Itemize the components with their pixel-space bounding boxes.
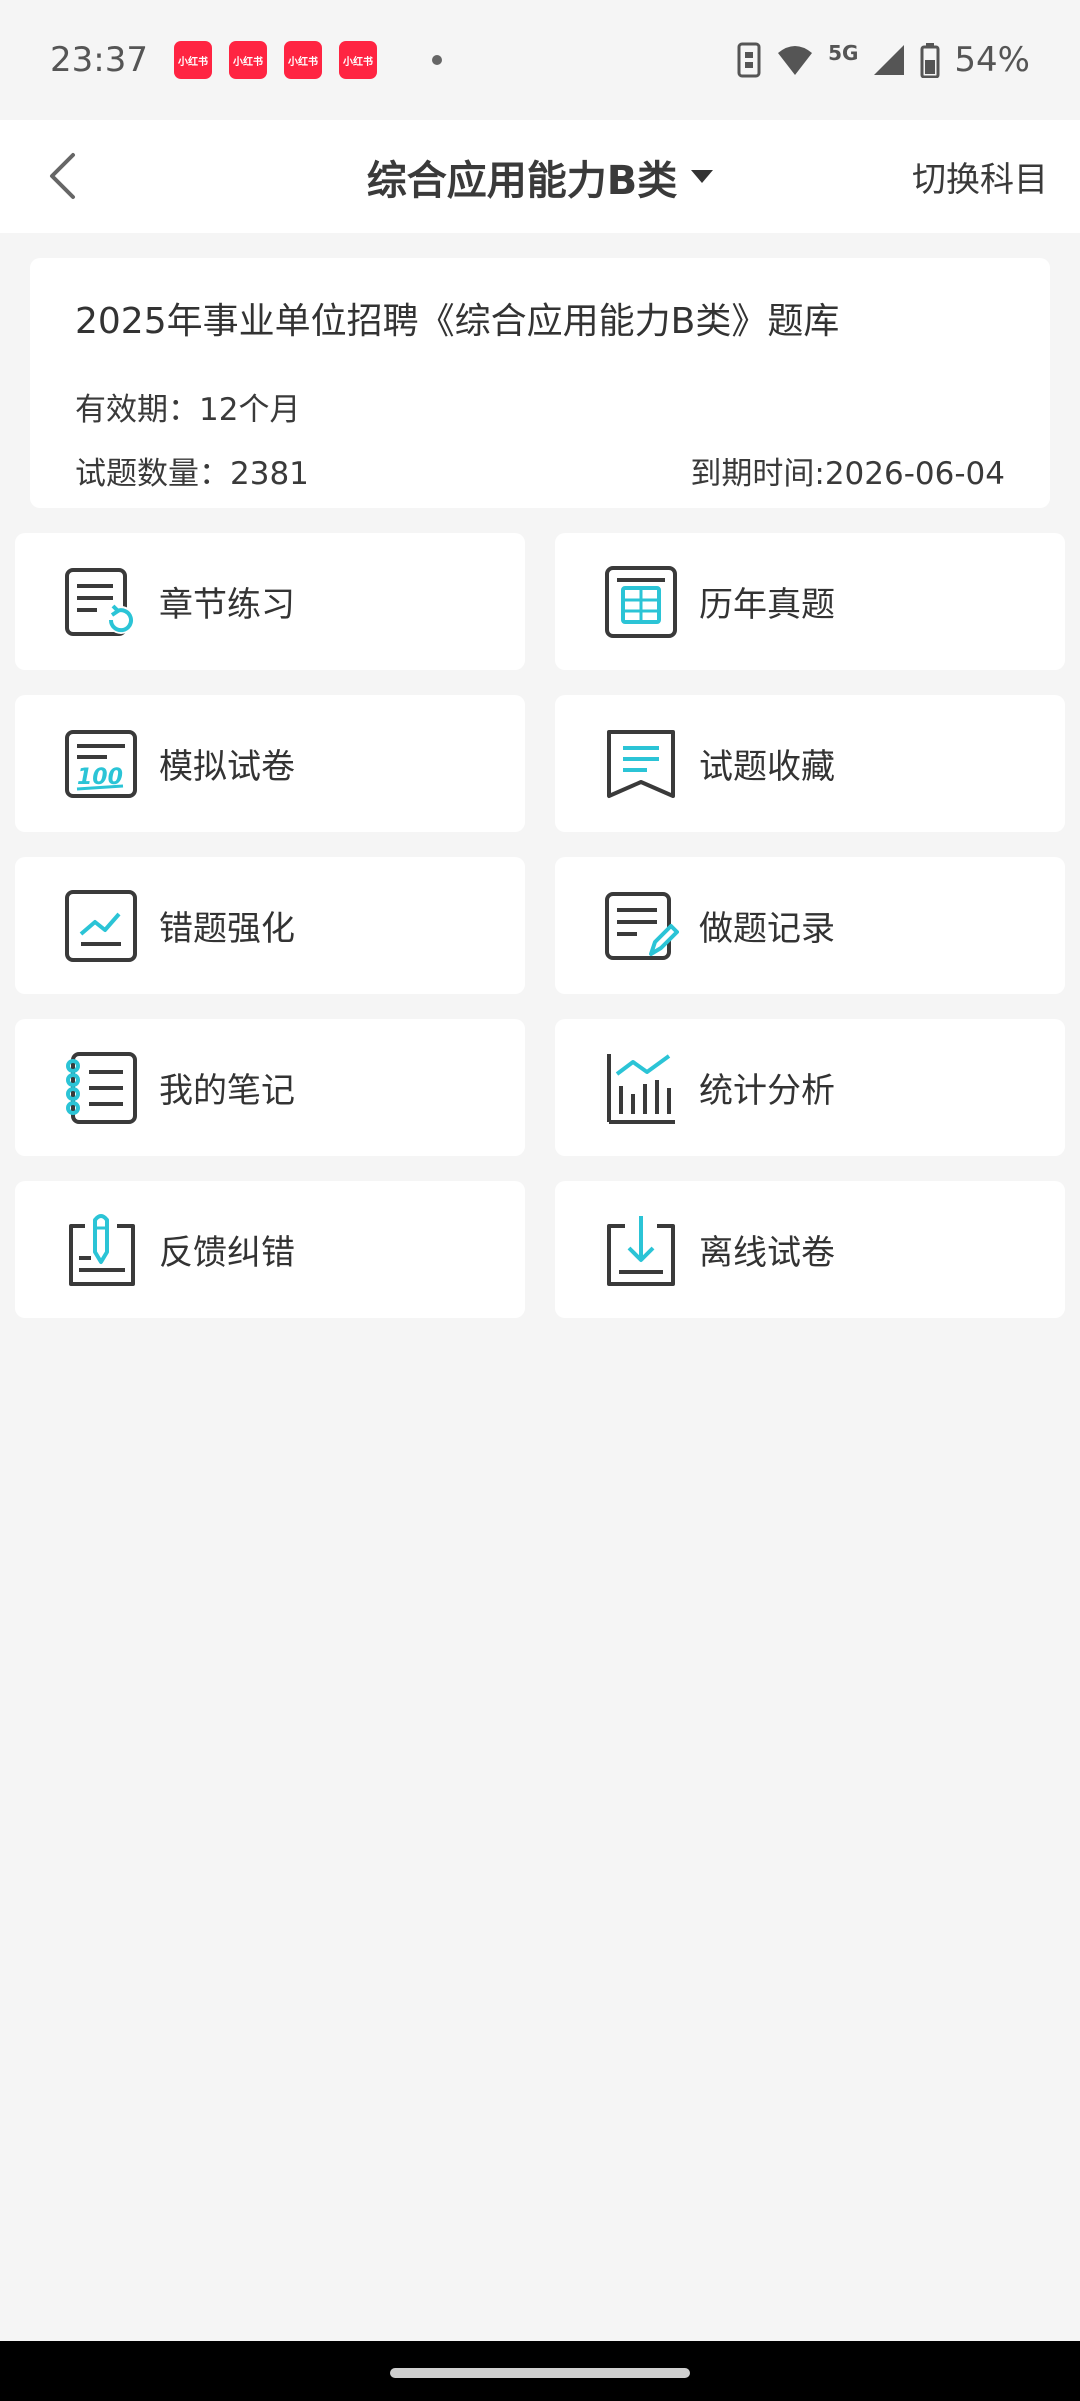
switch-subject-button[interactable]: 切换科目 (912, 152, 1048, 201)
home-indicator[interactable] (390, 2368, 690, 2378)
tile-label: 我的笔记 (159, 1071, 295, 1111)
tile-mistakes[interactable]: 错题强化 (15, 857, 525, 994)
tile-label: 做题记录 (699, 909, 835, 949)
question-bank-info-card: 2025年事业单位招聘《综合应用能力B类》题库 有效期：12个月 试题数量：23… (30, 258, 1050, 508)
tile-feedback[interactable]: 反馈纠错 (15, 1181, 525, 1318)
status-time: 23:37 (50, 40, 148, 80)
tile-past-papers[interactable]: 历年真题 (555, 533, 1065, 670)
tile-statistics[interactable]: 统计分析 (555, 1019, 1065, 1156)
tile-label: 章节练习 (159, 585, 295, 625)
feedback-icon (69, 1213, 135, 1286)
nfc-icon (737, 42, 761, 78)
tile-records[interactable]: 做题记录 (555, 857, 1065, 994)
status-right: 5G 54% (736, 40, 1030, 80)
tile-label: 试题收藏 (699, 747, 835, 787)
status-bar: 23:37 小红书 小红书 小红书 小红书 5G 54% (0, 0, 1080, 120)
count-row: 试题数量：2381 到期时间:2026-06-04 (75, 438, 1005, 502)
tile-label: 反馈纠错 (159, 1233, 295, 1273)
subject-dropdown[interactable]: 综合应用能力B类 (367, 148, 714, 206)
more-notifications-dot (431, 55, 442, 65)
bank-title: 2025年事业单位招聘《综合应用能力B类》题库 (75, 301, 840, 342)
notification-app-icon: 小红书 (338, 41, 377, 79)
battery-percent: 54% (954, 40, 1030, 80)
mock-exam-icon: 100 (65, 729, 137, 798)
notification-app-icon: 小红书 (283, 41, 322, 79)
validity-row: 有效期：12个月 (75, 374, 1005, 438)
notes-icon (66, 1051, 137, 1124)
offline-download-icon (607, 1215, 675, 1286)
favorites-icon (607, 729, 675, 798)
notification-app-icon: 小红书 (228, 41, 267, 79)
feature-grid: 章节练习 历年真题 100 模拟试卷 试题收藏 错题强化 做题记录 我的笔记 统… (15, 533, 1065, 1318)
tile-label: 离线试卷 (699, 1233, 835, 1273)
records-icon (605, 891, 679, 960)
back-button[interactable] (32, 146, 92, 206)
question-count: 试题数量：2381 (75, 455, 309, 492)
battery-icon (920, 43, 940, 78)
wifi-icon (778, 46, 813, 75)
tile-label: 统计分析 (699, 1071, 835, 1111)
signal-icon (874, 45, 905, 75)
tile-label: 历年真题 (699, 585, 835, 625)
notification-app-icon: 小红书 (173, 41, 212, 79)
tile-offline-papers[interactable]: 离线试卷 (555, 1181, 1065, 1318)
tile-label: 错题强化 (159, 909, 295, 949)
tile-favorites[interactable]: 试题收藏 (555, 695, 1065, 832)
statistics-icon (607, 1053, 675, 1124)
nav-bar: 综合应用能力B类 切换科目 (0, 120, 1080, 233)
validity-text: 有效期：12个月 (75, 391, 301, 428)
tile-notes[interactable]: 我的笔记 (15, 1019, 525, 1156)
network-type: 5G (828, 41, 859, 65)
caret-down-icon (691, 170, 714, 183)
tile-label: 模拟试卷 (159, 747, 295, 787)
past-papers-icon (605, 565, 677, 638)
page-title: 综合应用能力B类 (366, 157, 678, 204)
expire-date: 到期时间:2026-06-04 (690, 455, 1005, 492)
back-arrow-icon (50, 153, 75, 199)
mistakes-icon (65, 889, 137, 962)
chapter-practice-icon (65, 567, 135, 636)
tile-mock-exam[interactable]: 100 模拟试卷 (15, 695, 525, 832)
tile-chapter-practice[interactable]: 章节练习 (15, 533, 525, 670)
